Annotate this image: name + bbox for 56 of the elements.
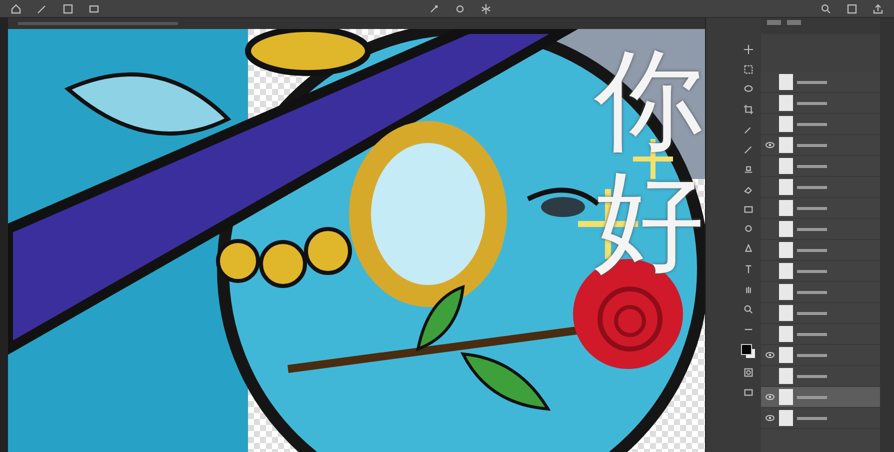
layer-row[interactable] xyxy=(761,177,880,198)
layer-row[interactable] xyxy=(761,282,880,303)
layer-row[interactable] xyxy=(761,303,880,324)
layer-thumbnail xyxy=(779,389,794,405)
layer-thumbnail xyxy=(779,242,794,258)
layer-row[interactable] xyxy=(761,387,880,408)
brush-icon[interactable] xyxy=(742,144,754,155)
layer-thumbnail xyxy=(779,305,794,321)
layer-row[interactable] xyxy=(761,345,880,366)
layer-thumbnail xyxy=(779,179,794,195)
eye-icon[interactable] xyxy=(765,392,776,402)
move-icon[interactable] xyxy=(742,44,754,55)
eraser-icon[interactable] xyxy=(742,184,754,195)
share-icon[interactable] xyxy=(872,2,884,14)
home-icon[interactable] xyxy=(10,2,22,14)
layer-row[interactable] xyxy=(761,135,880,156)
layer-thumbnail xyxy=(779,263,794,279)
layer-row[interactable] xyxy=(761,198,880,219)
stamp-icon[interactable] xyxy=(742,164,754,175)
layer-row[interactable] xyxy=(761,240,880,261)
layer-thumbnail xyxy=(779,95,794,111)
layer-thumbnail xyxy=(779,137,794,153)
lasso-icon[interactable] xyxy=(742,84,754,95)
channels-tab[interactable] xyxy=(787,20,802,25)
search-icon[interactable] xyxy=(820,2,832,14)
scrollbar[interactable] xyxy=(880,18,894,452)
crop-icon[interactable] xyxy=(742,104,754,115)
eye-icon[interactable] xyxy=(765,350,776,360)
workspace-icon[interactable] xyxy=(846,2,858,14)
layer-row[interactable] xyxy=(761,408,880,429)
layer-row[interactable] xyxy=(761,93,880,114)
layer-row[interactable] xyxy=(761,219,880,240)
layer-row[interactable] xyxy=(761,114,880,135)
layer-thumbnail xyxy=(779,116,794,132)
quick-mask-icon[interactable] xyxy=(742,367,754,378)
screen-mode-icon[interactable] xyxy=(742,387,754,398)
layer-thumbnail xyxy=(779,368,794,384)
layer-thumbnail xyxy=(779,284,794,300)
layer-thumbnail xyxy=(779,200,794,216)
marquee-icon[interactable] xyxy=(742,64,754,75)
brush-icon[interactable] xyxy=(36,2,48,14)
eye-icon[interactable] xyxy=(765,413,776,423)
layer-thumbnail xyxy=(779,410,794,426)
layer-thumbnail xyxy=(779,326,794,342)
color-swatches[interactable] xyxy=(741,344,756,358)
layer-thumbnail xyxy=(779,347,794,363)
layer-thumbnail xyxy=(779,221,794,237)
layers-tab[interactable] xyxy=(767,20,782,25)
layer-row[interactable] xyxy=(761,72,880,93)
eye-icon[interactable] xyxy=(765,140,776,150)
layer-thumbnail xyxy=(779,158,794,174)
layer-row[interactable] xyxy=(761,156,880,177)
zoom-icon[interactable] xyxy=(742,304,754,315)
layer-row[interactable] xyxy=(761,261,880,282)
layer-thumbnail xyxy=(779,74,794,90)
layer-row[interactable] xyxy=(761,324,880,345)
